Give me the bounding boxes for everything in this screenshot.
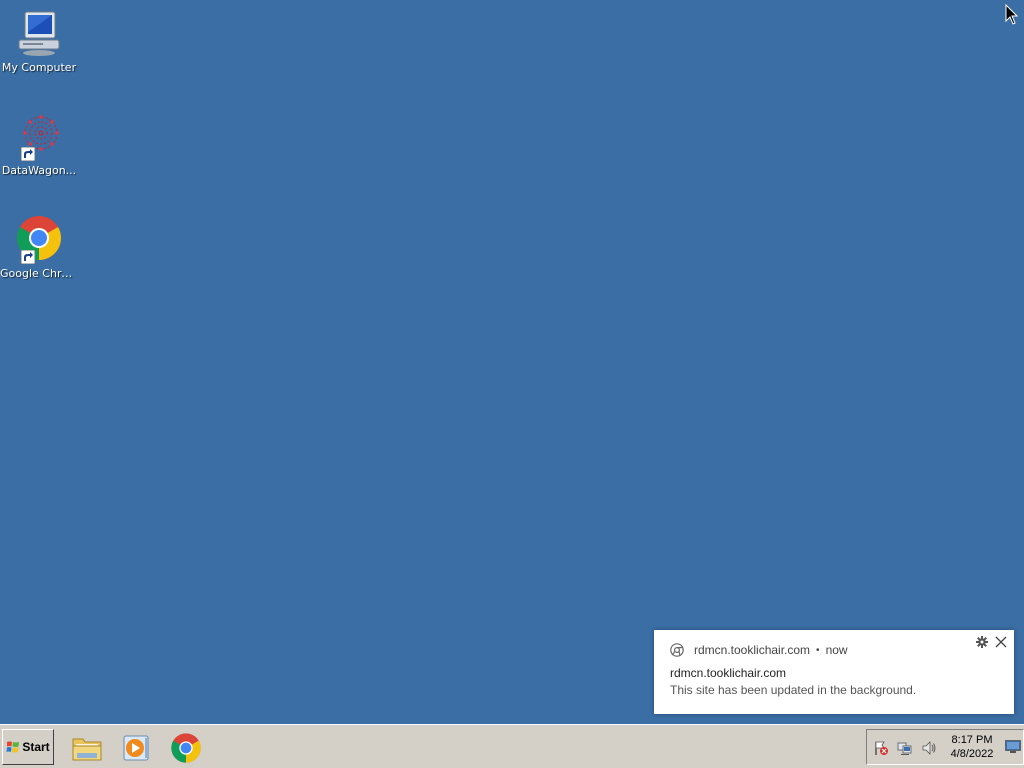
chrome-icon <box>171 733 201 763</box>
desktop-icon-label: Google Chrome <box>0 267 78 280</box>
notification-header: rdmcn.tooklichair.com • now <box>670 642 848 658</box>
clock-date: 4/8/2022 <box>950 748 994 760</box>
taskbar-app-google-chrome[interactable] <box>169 731 203 765</box>
action-center-flag-icon[interactable] <box>873 740 889 756</box>
system-tray: 8:17 PM 4/8/2022 <box>866 729 1024 765</box>
taskbar: Start 8:17 PM 4/8/2022 <box>0 724 1024 768</box>
desktop-icon-label: DataWagon... <box>1 164 77 177</box>
notification-body: This site has been updated in the backgr… <box>670 683 917 697</box>
notification-time: now <box>825 643 848 657</box>
desktop-icon-my-computer[interactable]: My Computer <box>0 10 78 74</box>
mouse-cursor-icon <box>1005 4 1019 25</box>
volume-icon[interactable] <box>921 740 937 756</box>
taskbar-app-media-player[interactable] <box>119 731 153 765</box>
start-button[interactable]: Start <box>2 729 54 765</box>
close-icon[interactable] <box>994 635 1008 649</box>
media-player-icon <box>123 735 149 761</box>
desktop-icon-label: My Computer <box>1 61 77 74</box>
notification-title: rdmcn.tooklichair.com <box>670 666 787 680</box>
system-clock[interactable]: 8:17 PM 4/8/2022 <box>945 733 999 761</box>
my-computer-icon <box>15 10 63 58</box>
clock-time: 8:17 PM <box>951 734 993 746</box>
chrome-icon <box>670 643 684 657</box>
windows-logo-icon <box>6 741 20 753</box>
notification-separator: • <box>816 644 820 656</box>
chrome-notification[interactable]: rdmcn.tooklichair.com • now rdmcn.tookli… <box>654 630 1014 714</box>
show-desktop-icon[interactable] <box>1005 740 1021 754</box>
folder-icon <box>72 738 102 761</box>
shortcut-arrow-icon <box>21 147 35 161</box>
gear-icon[interactable] <box>976 636 988 648</box>
chrome-icon <box>15 216 63 264</box>
notification-source: rdmcn.tooklichair.com <box>694 643 811 657</box>
start-label: Start <box>22 740 50 754</box>
desktop-icon-datawagon[interactable]: DataWagon... <box>0 113 78 177</box>
shortcut-arrow-icon <box>21 250 35 264</box>
network-icon[interactable] <box>897 740 913 756</box>
datawagon-icon <box>15 113 63 161</box>
taskbar-app-file-explorer[interactable] <box>70 731 104 765</box>
desktop-icon-google-chrome[interactable]: Google Chrome <box>0 216 78 280</box>
